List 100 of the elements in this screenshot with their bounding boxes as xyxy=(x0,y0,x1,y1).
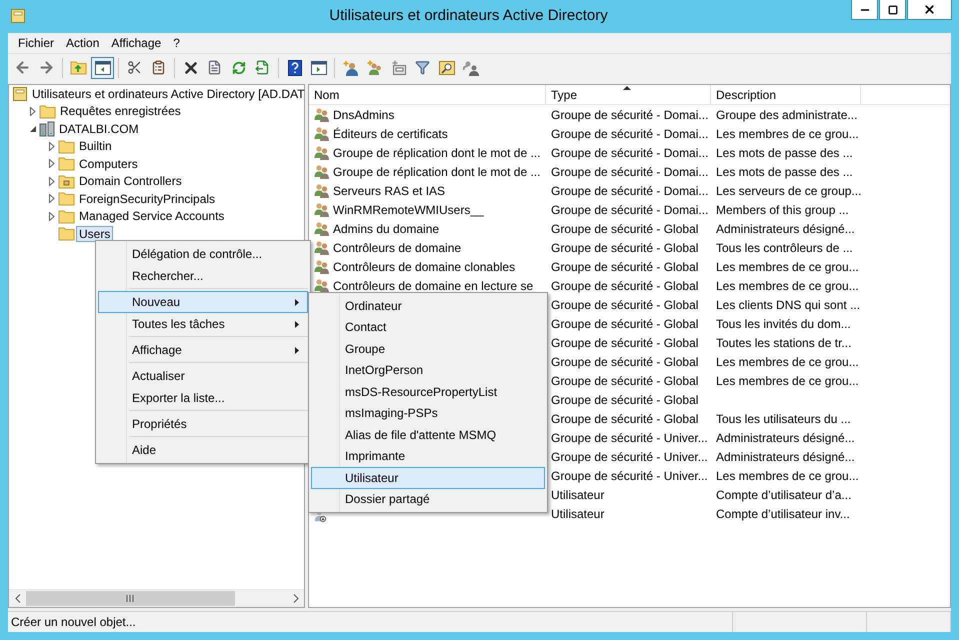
folder-icon xyxy=(58,156,75,172)
menu-item[interactable]: Utilisateur xyxy=(311,467,545,488)
menu-item[interactable]: Imprimante xyxy=(311,446,545,467)
table-cell: Groupe de sécurité - Global xyxy=(551,374,698,388)
table-cell: Groupe de sécurité - Global xyxy=(551,298,698,312)
folder-icon xyxy=(58,226,75,242)
tree-item[interactable]: Domain Controllers xyxy=(76,173,185,190)
menu-item[interactable]: Dossier partagé xyxy=(311,488,545,510)
table-cell: Groupe de sécurité - Univer... xyxy=(551,430,708,444)
tree-item[interactable]: Computers xyxy=(76,156,141,172)
table-cell: Groupe de sécurité - Global xyxy=(551,222,698,236)
expand-arrow-icon[interactable] xyxy=(48,212,54,221)
table-cell: Les membres de ce grou... xyxy=(716,278,859,292)
table-cell: Groupe de sécurité - Global xyxy=(551,240,698,254)
menu-item[interactable]: Toutes les tâches xyxy=(98,313,308,335)
table-cell: Toutes les stations de tr... xyxy=(716,336,852,350)
menu-item[interactable]: Contact xyxy=(311,316,545,338)
expand-arrow-icon[interactable] xyxy=(48,159,54,168)
tree-item[interactable]: Requêtes enregistrées xyxy=(57,103,184,120)
close-button[interactable] xyxy=(907,0,952,20)
menu-item[interactable]: Aide xyxy=(98,439,308,461)
minimize-button[interactable] xyxy=(851,0,878,20)
submenu-arrow-icon xyxy=(295,320,299,328)
table-cell: Groupe des administrate... xyxy=(716,108,858,122)
table-cell: Les membres de ce grou... xyxy=(716,468,859,482)
status-text: Créer un nouvel objet... xyxy=(8,612,733,632)
menu-item[interactable]: ? xyxy=(167,36,186,50)
table-cell: Groupe de sécurité - Global xyxy=(551,354,698,368)
table-cell: Les serveurs de ce group... xyxy=(716,184,861,198)
menu-item[interactable]: Action xyxy=(60,36,106,50)
maximize-button[interactable] xyxy=(879,0,906,20)
table-cell: Members of this group ... xyxy=(716,202,849,216)
grip-icon xyxy=(126,595,134,602)
table-cell: Les membres de ce grou... xyxy=(716,126,859,140)
group-icon xyxy=(314,144,330,160)
table-cell: Compte d’utilisateur d’a... xyxy=(716,488,852,502)
menu-item[interactable]: Ordinateur xyxy=(311,295,545,316)
table-cell: Groupe de sécurité - Domai... xyxy=(551,108,708,122)
tree-item[interactable]: Utilisateurs et ordinateurs Active Directory [AD.DAT xyxy=(29,86,308,102)
group-icon xyxy=(314,240,330,256)
table-cell: Admins du domaine xyxy=(333,222,440,236)
expand-arrow-icon[interactable] xyxy=(48,142,54,151)
table-cell: Éditeurs de certificats xyxy=(333,126,448,140)
group-icon xyxy=(314,106,330,122)
expand-arrow-icon[interactable] xyxy=(48,194,54,204)
menu-item[interactable]: Affichage xyxy=(105,36,168,50)
window-title: Utilisateurs et ordinateurs Active Directory xyxy=(328,7,609,24)
tree-item[interactable]: Users xyxy=(76,226,114,242)
expand-arrow-icon[interactable] xyxy=(48,176,54,186)
menu-item[interactable]: Affichage xyxy=(98,339,308,361)
collapse-arrow-icon[interactable] xyxy=(28,124,36,133)
folder-icon xyxy=(39,104,56,119)
horizontal-scrollbar[interactable] xyxy=(9,589,304,607)
menu-item[interactable]: InetOrgPerson xyxy=(311,360,545,381)
table-cell: Administrateurs désigné... xyxy=(716,450,855,464)
table-cell: Serveurs RAS et IAS xyxy=(333,184,446,198)
menu-item[interactable]: Nouveau xyxy=(98,291,308,313)
table-cell: Les membres de ce grou... xyxy=(716,374,859,388)
server-icon xyxy=(39,120,55,137)
maximize-icon xyxy=(888,4,898,14)
table-cell: Groupe de sécurité - Domai... xyxy=(551,146,708,160)
table-cell: Groupe de sécurité - Global xyxy=(551,278,698,292)
table-cell: Administrateurs désigné... xyxy=(716,222,855,236)
folder-icon xyxy=(58,174,75,189)
table-cell: Groupe de sécurité - Domai... xyxy=(551,202,708,216)
folder-icon xyxy=(58,191,75,206)
scroll-right-icon[interactable] xyxy=(292,594,298,603)
group-icon xyxy=(314,258,330,274)
menu-item[interactable]: Exporter la liste... xyxy=(98,387,308,409)
table-cell: Tous les utilisateurs du ... xyxy=(716,412,851,426)
table-cell: Administrateurs désigné... xyxy=(716,430,855,444)
table-cell: Les membres de ce grou... xyxy=(716,354,859,368)
group-icon xyxy=(314,164,330,180)
tree-item[interactable]: ForeignSecurityPrincipals xyxy=(76,190,218,207)
group-icon xyxy=(314,278,330,294)
tree-item[interactable]: DATALBI.COM xyxy=(56,120,142,137)
menu-item[interactable]: Propriétés xyxy=(98,413,308,435)
tree-item[interactable]: Managed Service Accounts xyxy=(76,208,228,224)
menu-item[interactable]: msDS-ResourcePropertyList xyxy=(311,381,545,402)
scroll-left-icon[interactable] xyxy=(14,594,20,603)
table-cell: Groupe de sécurité - Domai... xyxy=(551,164,708,178)
table-cell: Groupe de sécurité - Global xyxy=(551,260,698,274)
menu-item[interactable]: Fichier xyxy=(12,36,60,50)
tree-pane-icon[interactable] xyxy=(91,56,114,78)
folder-icon xyxy=(58,208,75,224)
table-cell: Tous les invités du dom... xyxy=(716,316,851,330)
table-cell: Les mots de passe des ... xyxy=(716,164,853,178)
table-cell: Groupe de sécurité - Univer... xyxy=(551,450,708,464)
table-cell: Contrôleurs de domaine clonables xyxy=(333,260,516,274)
menu-item[interactable]: Actualiser xyxy=(98,365,308,387)
menu-item[interactable]: Groupe xyxy=(311,338,545,360)
menu-item[interactable]: Rechercher... xyxy=(98,265,308,287)
menu-item[interactable]: Alias de file d'attente MSMQ xyxy=(311,424,545,446)
group-icon xyxy=(314,220,330,236)
expand-arrow-icon[interactable] xyxy=(30,106,36,116)
menu-item[interactable]: Délégation de contrôle... xyxy=(98,243,308,265)
table-cell: Groupe de sécurité - Domai... xyxy=(551,126,708,140)
tree-item[interactable]: Builtin xyxy=(76,138,115,154)
menu-item[interactable]: msImaging-PSPs xyxy=(311,402,545,424)
table-cell: Groupe de sécurité - Global xyxy=(551,316,698,330)
